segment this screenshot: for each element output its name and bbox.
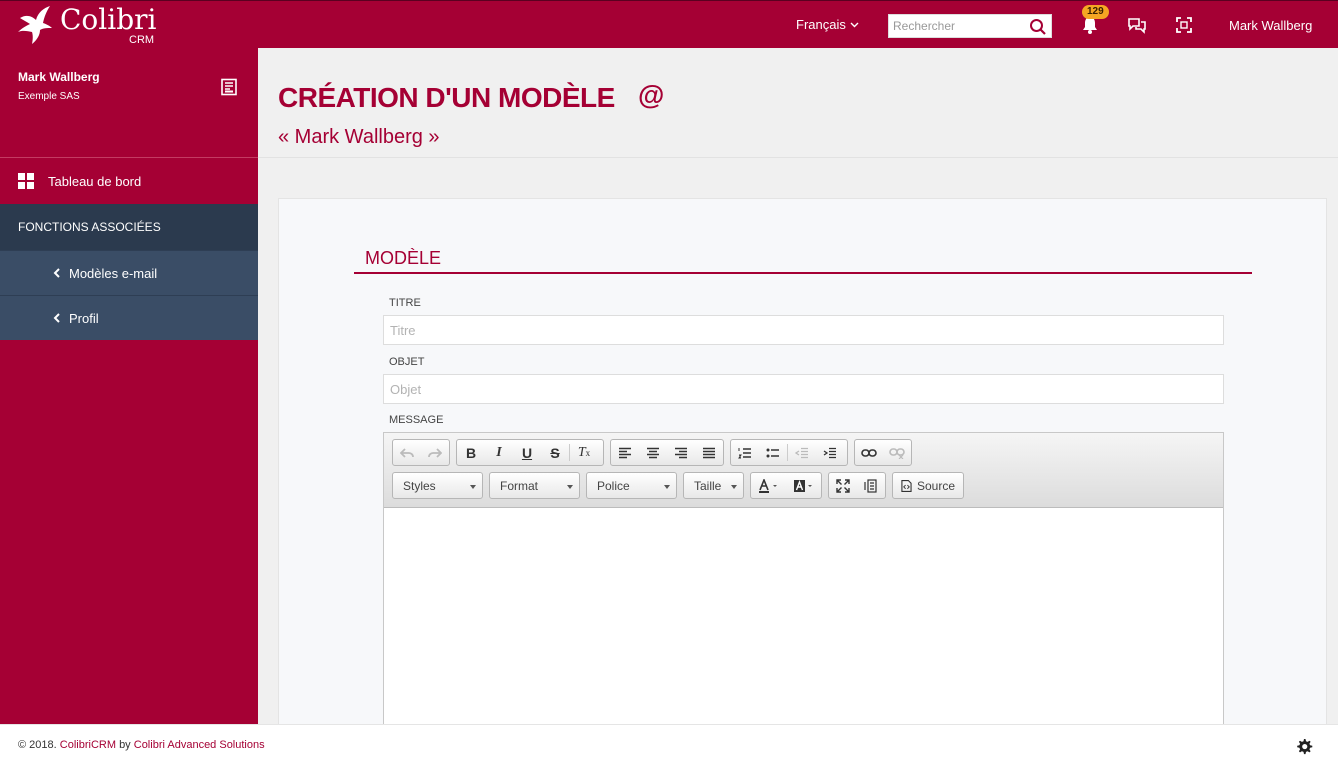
source-icon <box>901 479 912 492</box>
copyright: © 2018. ColibriCRM by Colibri Advanced S… <box>18 739 265 751</box>
language-selector[interactable]: Français <box>796 17 859 33</box>
strikethrough-icon[interactable]: S <box>541 440 569 465</box>
brand-name: Colibri <box>60 3 157 36</box>
user-menu[interactable]: Mark Wallberg <box>1229 18 1312 34</box>
copyright-by: by <box>119 739 131 751</box>
contact-card-icon[interactable] <box>220 78 238 96</box>
title-label: TITRE <box>389 297 421 309</box>
chevron-left-icon <box>53 313 60 323</box>
gear-icon[interactable] <box>1295 738 1313 756</box>
numbered-list-icon[interactable] <box>731 440 759 465</box>
styles-dropdown[interactable]: Styles <box>392 472 483 499</box>
outdent-icon[interactable] <box>788 440 816 465</box>
language-label: Français <box>796 17 846 32</box>
size-dropdown-label: Taille <box>694 478 722 493</box>
format-dropdown[interactable]: Format <box>489 472 580 499</box>
styles-dropdown-label: Styles <box>403 478 436 493</box>
top-bar: Colibri CRM Français 129 Mark Wallberg <box>0 0 1338 48</box>
font-dropdown[interactable]: Police <box>586 472 677 499</box>
copyright-prefix: © 2018. <box>18 739 57 751</box>
chevron-down-icon <box>850 22 859 28</box>
italic-icon[interactable]: I <box>485 440 513 465</box>
brand-sub: CRM <box>129 34 155 46</box>
text-style-group: B I U S Tx <box>456 439 604 466</box>
source-button[interactable]: Source <box>892 472 964 499</box>
undo-icon[interactable] <box>393 440 421 465</box>
sidebar-item-label: Tableau de bord <box>48 173 142 189</box>
sidebar-item-label: Profil <box>69 310 99 326</box>
company-link[interactable]: Colibri Advanced Solutions <box>134 739 265 751</box>
at-sign-icon: @ <box>638 80 665 110</box>
sidebar-item-label: Modèles e-mail <box>69 265 158 281</box>
background-color-icon[interactable] <box>786 473 821 498</box>
hummingbird-icon <box>18 6 52 44</box>
format-dropdown-label: Format <box>500 478 539 493</box>
bullet-list-icon[interactable] <box>759 440 787 465</box>
bold-icon[interactable]: B <box>457 440 485 465</box>
sidebar-user-name: Mark Wallberg <box>18 70 100 84</box>
page-header: CRÉATION D'UN MODÈLE @ « Mark Wallberg » <box>258 48 1338 158</box>
sidebar-item-email-templates[interactable]: Modèles e-mail <box>0 250 258 295</box>
footer: © 2018. ColibriCRM by Colibri Advanced S… <box>0 724 1338 768</box>
page-title: CRÉATION D'UN MODÈLE <box>278 82 615 113</box>
view-group <box>828 472 886 499</box>
sidebar-item-profile[interactable]: Profil <box>0 295 258 340</box>
editor-toolbar: B I U S Tx Styles Format Police Taille S… <box>384 433 1223 508</box>
link-group <box>854 439 912 466</box>
align-group <box>610 439 724 466</box>
sidebar: Mark Wallberg Exemple SAS Tableau de bor… <box>0 48 258 724</box>
search-box <box>888 14 1052 38</box>
redo-icon[interactable] <box>421 440 449 465</box>
chat-icon[interactable] <box>1127 15 1147 35</box>
page-subtitle: « Mark Wallberg » <box>278 126 440 148</box>
maximize-icon[interactable] <box>829 473 857 498</box>
show-blocks-icon[interactable] <box>857 473 885 498</box>
source-label: Source <box>916 478 955 493</box>
search-icon[interactable] <box>1029 18 1047 36</box>
color-group <box>750 472 822 499</box>
sidebar-item-dashboard[interactable]: Tableau de bord <box>0 157 258 204</box>
align-left-icon[interactable] <box>611 440 639 465</box>
align-center-icon[interactable] <box>639 440 667 465</box>
remove-format-icon[interactable]: Tx <box>570 440 598 465</box>
subject-label: OBJET <box>389 356 425 368</box>
sidebar-section-title: FONCTIONS ASSOCIÉES <box>0 204 258 250</box>
section-divider <box>354 272 1252 274</box>
brand-logo[interactable]: Colibri CRM <box>16 4 166 46</box>
link-icon[interactable] <box>855 440 883 465</box>
indent-icon[interactable] <box>816 440 844 465</box>
section-title: MODÈLE <box>365 248 442 268</box>
size-dropdown[interactable]: Taille <box>683 472 744 499</box>
fullscreen-icon[interactable] <box>1174 15 1194 35</box>
title-input[interactable] <box>383 315 1224 345</box>
rich-text-editor: B I U S Tx Styles Format Police Taille S… <box>383 432 1224 742</box>
history-group <box>392 439 450 466</box>
template-form-card: MODÈLE TITRE OBJET MESSAGE B I U S Tx <box>278 198 1327 742</box>
message-label: MESSAGE <box>389 414 444 426</box>
align-right-icon[interactable] <box>667 440 695 465</box>
chevron-left-icon <box>53 268 60 278</box>
align-justify-icon[interactable] <box>695 440 723 465</box>
sidebar-company: Exemple SAS <box>18 91 80 102</box>
unlink-icon[interactable] <box>883 440 911 465</box>
underline-icon[interactable]: U <box>513 440 541 465</box>
product-link[interactable]: ColibriCRM <box>60 739 116 751</box>
font-dropdown-label: Police <box>597 478 630 493</box>
subject-input[interactable] <box>383 374 1224 404</box>
list-group <box>730 439 848 466</box>
grid-icon <box>18 173 34 189</box>
text-color-icon[interactable] <box>751 473 786 498</box>
editor-content-area[interactable] <box>384 509 1223 741</box>
search-input[interactable] <box>889 15 1025 37</box>
notification-badge: 129 <box>1082 5 1109 19</box>
